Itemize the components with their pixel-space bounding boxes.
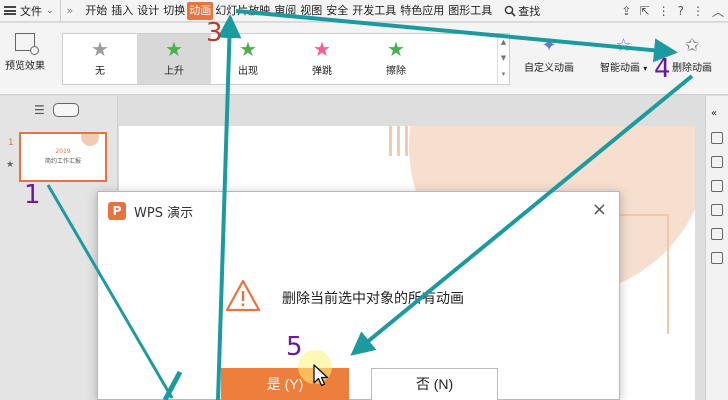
star-green-icon: ★ xyxy=(387,37,405,61)
delete-animation-button[interactable]: ✩ 删除动画 xyxy=(672,35,712,74)
right-sidebar: « xyxy=(705,96,728,400)
outline-view-icon[interactable]: ☰ xyxy=(34,103,45,117)
chevron-down-icon: ⌄ xyxy=(46,5,54,16)
step-number-1: 1 xyxy=(24,180,41,210)
hamburger-icon xyxy=(4,6,16,15)
step-number-4: 4 xyxy=(654,54,671,84)
mouse-cursor-icon xyxy=(313,364,329,387)
tab-design[interactable]: 设计 xyxy=(135,2,161,20)
chevron-down-icon: ▾ xyxy=(643,64,648,73)
delete-animation-icon: ✩ xyxy=(684,35,700,56)
animation-marker-icon: ★ xyxy=(6,160,15,170)
animation-label: 擦除 xyxy=(386,66,406,77)
tab-review[interactable]: 审阅 xyxy=(272,2,298,20)
thumb-year: 2019 xyxy=(55,148,71,155)
file-menu-label: 文件 xyxy=(20,4,42,18)
dialog-header: P WPS 演示 xyxy=(98,192,619,230)
animation-label: 出现 xyxy=(238,66,258,77)
custom-animation-icon: ✦ xyxy=(541,35,557,56)
gallery-scrollbar[interactable]: ▲ ▼ ▾ xyxy=(497,34,509,84)
slide-decoration-bars xyxy=(389,126,413,156)
menu-bar: 文件 ⌄ » 开始 插入 设计 切换 动画 幻灯片放映 审阅 视图 安全 开发工… xyxy=(0,0,728,22)
preview-icon xyxy=(15,33,39,55)
shape-icon[interactable] xyxy=(711,156,723,168)
slide-thumbnail[interactable]: 2019 简约工作汇报 xyxy=(19,132,107,182)
animation-pane-icon[interactable] xyxy=(711,228,723,240)
dialog-message: 删除当前选中对象的所有动画 xyxy=(282,291,464,307)
help-icon[interactable]: ? xyxy=(678,4,684,18)
thumb-title: 简约工作汇报 xyxy=(44,158,81,165)
animation-gallery: ★ 无 ★ 上升 ★ 出现 ★ 弹跳 ★ 擦除 ▲ ▼ ▾ xyxy=(62,33,510,85)
tab-animation[interactable]: 动画 xyxy=(187,1,214,20)
tab-developer[interactable]: 开发工具 xyxy=(350,2,398,20)
expand-icon[interactable]: « xyxy=(711,108,723,120)
thumbnail-view-icon[interactable] xyxy=(52,103,79,117)
export-icon[interactable]: ⇱ xyxy=(640,4,650,18)
custom-animation-button[interactable]: ✦ 自定义动画 xyxy=(524,35,574,74)
no-button[interactable]: 否 (N) xyxy=(371,368,498,400)
tab-security[interactable]: 安全 xyxy=(324,2,350,20)
style-icon[interactable] xyxy=(711,180,723,192)
menu-dots-icon[interactable]: ⋮ xyxy=(692,4,704,18)
animation-label: 上升 xyxy=(164,66,184,77)
animation-wipe[interactable]: ★ 擦除 xyxy=(359,34,433,84)
tab-view[interactable]: 视图 xyxy=(298,2,324,20)
tab-home[interactable]: 开始 xyxy=(83,2,109,20)
dialog-title: WPS 演示 xyxy=(134,205,194,221)
settings-icon[interactable] xyxy=(711,132,723,144)
close-button[interactable]: × xyxy=(592,200,607,220)
tab-slideshow[interactable]: 幻灯片放映 xyxy=(213,2,272,20)
animation-ribbon: 预览效果 ★ 无 ★ 上升 ★ 出现 ★ 弹跳 ★ 擦除 ▲ ▼ ▾ ✦ 自定义动画… xyxy=(0,23,728,95)
tab-insert[interactable]: 插入 xyxy=(109,2,135,20)
window-controls: ⇪ ⇱ ⋮ ? ⋮ ︿ xyxy=(621,0,724,22)
thumb-decoration xyxy=(81,134,99,146)
search-icon xyxy=(504,5,516,17)
smart-animation-icon: ☆ xyxy=(615,35,632,56)
panel-tabs: ☰ xyxy=(0,96,117,124)
tab-graphic-tools[interactable]: 图形工具 xyxy=(446,2,494,20)
search-label: 查找 xyxy=(518,4,541,18)
preview-effect-label: 预览效果 xyxy=(5,61,45,72)
star-pink-icon: ★ xyxy=(313,37,331,61)
star-green-icon: ★ xyxy=(165,37,183,61)
step-number-5: 5 xyxy=(286,332,303,362)
wps-logo-icon: P xyxy=(108,202,126,220)
animation-bounce[interactable]: ★ 弹跳 xyxy=(285,34,359,84)
step-number-3: 3 xyxy=(206,18,223,48)
tab-features[interactable]: 特色应用 xyxy=(398,2,446,20)
preview-effect-button[interactable]: 预览效果 xyxy=(2,33,48,72)
warning-icon xyxy=(225,279,261,312)
smart-animation-label: 智能动画 xyxy=(600,63,640,74)
more-icon[interactable]: ⋮ xyxy=(658,4,670,18)
search-button[interactable]: 查找 xyxy=(504,3,540,19)
animation-none[interactable]: ★ 无 xyxy=(63,34,137,84)
animation-label: 无 xyxy=(95,66,105,77)
delete-animation-label: 删除动画 xyxy=(672,63,712,74)
animation-rise[interactable]: ★ 上升 xyxy=(137,34,211,84)
more-tabs-button[interactable]: » xyxy=(65,2,76,20)
smart-animation-button[interactable]: ☆ 智能动画 ▾ xyxy=(600,35,647,74)
file-menu[interactable]: 文件 ⌄ xyxy=(0,0,61,22)
tab-transition[interactable]: 切换 xyxy=(161,2,187,20)
custom-animation-label: 自定义动画 xyxy=(524,63,574,74)
animation-label: 弹跳 xyxy=(312,66,332,77)
star-gray-icon: ★ xyxy=(91,37,109,61)
share-icon[interactable]: ⇪ xyxy=(621,4,631,18)
layout-icon[interactable] xyxy=(711,204,723,216)
tools-icon[interactable] xyxy=(711,252,723,264)
slide-number: 1 xyxy=(8,138,14,148)
confirm-dialog: P WPS 演示 × 删除当前选中对象的所有动画 是 (Y) 否 (N) xyxy=(97,191,620,400)
collapse-icon[interactable]: ︿ xyxy=(712,3,724,20)
